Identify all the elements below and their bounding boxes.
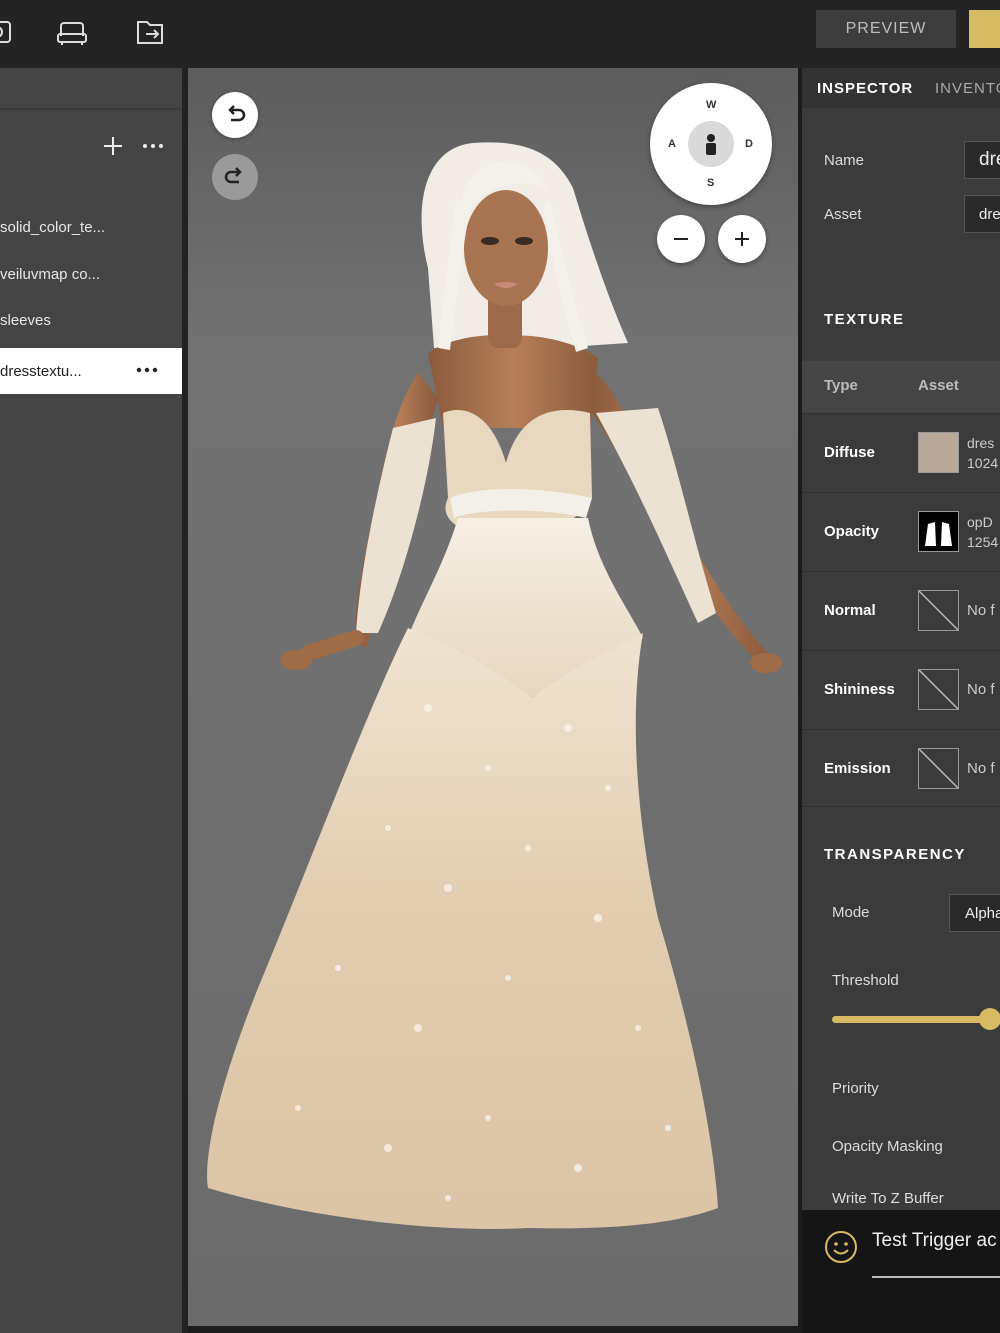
texture-size: 1024 <box>967 455 999 471</box>
texture-filename: opD <box>967 514 993 530</box>
tab-inventory[interactable]: INVENTORY <box>935 80 1000 97</box>
export-icon[interactable] <box>130 12 170 52</box>
threshold-slider[interactable] <box>832 1016 992 1023</box>
primary-action-button[interactable] <box>969 10 1000 48</box>
avatar-model <box>207 142 782 1229</box>
add-layer-icon[interactable] <box>102 135 124 157</box>
asset-field[interactable]: dress <box>964 195 1000 233</box>
texture-type-label: Opacity <box>824 523 880 540</box>
compass-south-label[interactable]: S <box>707 177 714 189</box>
no-file-label: No f <box>967 760 995 777</box>
texture-type-label: Diffuse <box>824 444 875 461</box>
compass-west-label[interactable]: A <box>668 138 676 150</box>
threshold-slider-handle[interactable] <box>979 1008 1000 1030</box>
chat-bar: Test Trigger ac <box>802 1210 1000 1333</box>
compass-east-label[interactable]: D <box>745 138 753 150</box>
opacity-thumbnail[interactable] <box>918 511 959 552</box>
empty-texture-icon[interactable] <box>918 748 959 789</box>
texture-section-title: TEXTURE <box>824 311 905 328</box>
name-label: Name <box>824 152 865 169</box>
3d-viewport[interactable]: W A D S <box>188 68 798 1326</box>
redo-button[interactable] <box>212 154 258 200</box>
mode-select[interactable]: Alpha <box>949 894 1000 932</box>
asset-column-header: Asset <box>918 377 959 394</box>
no-file-label: No f <box>967 681 995 698</box>
texture-row-opacity[interactable]: Opacity opD 1254 <box>802 492 1000 570</box>
empty-texture-icon[interactable] <box>918 669 959 710</box>
furniture-icon[interactable] <box>52 12 92 52</box>
texture-size: 1254 <box>967 534 999 550</box>
texture-type-label: Normal <box>824 602 876 619</box>
layer-label: dresstextu... <box>0 362 82 380</box>
divider <box>0 108 182 110</box>
inspector-tabs: INSPECTOR INVENTORY <box>802 68 1000 108</box>
layer-label: solid_color_te... <box>0 218 106 236</box>
minus-icon <box>674 238 688 240</box>
texture-row-shininess[interactable]: Shininess No f <box>802 650 1000 728</box>
layer-item[interactable]: veiluvmap co... <box>0 251 182 297</box>
reset-camera-icon[interactable] <box>688 121 734 167</box>
texture-row-emission[interactable]: Emission No f <box>802 729 1000 807</box>
empty-texture-icon[interactable] <box>918 590 959 631</box>
layer-item[interactable]: solid_color_te... <box>0 204 182 250</box>
top-toolbar: PREVIEW <box>0 0 1000 68</box>
layer-label: veiluvmap co... <box>0 265 101 283</box>
zoom-out-button[interactable] <box>657 215 705 263</box>
diffuse-thumbnail[interactable] <box>918 432 959 473</box>
more-options-icon[interactable] <box>140 136 166 156</box>
texture-table-header: Type Asset <box>802 361 1000 413</box>
threshold-label: Threshold <box>832 972 899 989</box>
texture-row-diffuse[interactable]: Diffuse dres 1024 <box>802 413 1000 491</box>
priority-label: Priority <box>832 1080 879 1097</box>
opacity-masking-label: Opacity Masking <box>832 1138 943 1155</box>
chat-input-underline <box>872 1276 1000 1278</box>
texture-filename: dres <box>967 435 995 451</box>
name-field[interactable]: dress <box>964 141 1000 179</box>
texture-info: opD 1254 <box>967 512 998 552</box>
write-z-buffer-label: Write To Z Buffer <box>832 1190 944 1207</box>
smiley-icon[interactable] <box>824 1230 858 1264</box>
type-column-header: Type <box>824 377 858 394</box>
asset-label: Asset <box>824 206 862 223</box>
layer-item-selected[interactable]: dresstextu... <box>0 348 182 394</box>
compass-north-label[interactable]: W <box>706 99 716 111</box>
inspector-panel: INSPECTOR INVENTORY Name dress Asset dre… <box>802 68 1000 1210</box>
chat-input[interactable]: Test Trigger ac <box>872 1230 997 1252</box>
tab-inspector[interactable]: INSPECTOR <box>817 80 913 97</box>
layer-item[interactable]: sleeves <box>0 297 182 343</box>
zoom-in-button[interactable] <box>718 215 766 263</box>
redo-icon <box>224 167 242 184</box>
texture-type-label: Emission <box>824 760 891 777</box>
preview-button[interactable]: PREVIEW <box>816 10 956 48</box>
layer-label: sleeves <box>0 311 51 329</box>
plus-icon <box>735 232 749 246</box>
camera-icon[interactable] <box>0 12 18 52</box>
layer-more-icon[interactable] <box>134 360 160 380</box>
texture-type-label: Shininess <box>824 681 895 698</box>
transparency-section-title: TRANSPARENCY <box>824 846 966 863</box>
undo-icon <box>228 105 246 122</box>
no-file-label: No f <box>967 602 995 619</box>
texture-row-normal[interactable]: Normal No f <box>802 571 1000 649</box>
camera-compass[interactable]: W A D S <box>650 83 772 205</box>
texture-info: dres 1024 <box>967 433 998 473</box>
undo-button[interactable] <box>212 92 258 138</box>
mode-label: Mode <box>832 904 870 921</box>
